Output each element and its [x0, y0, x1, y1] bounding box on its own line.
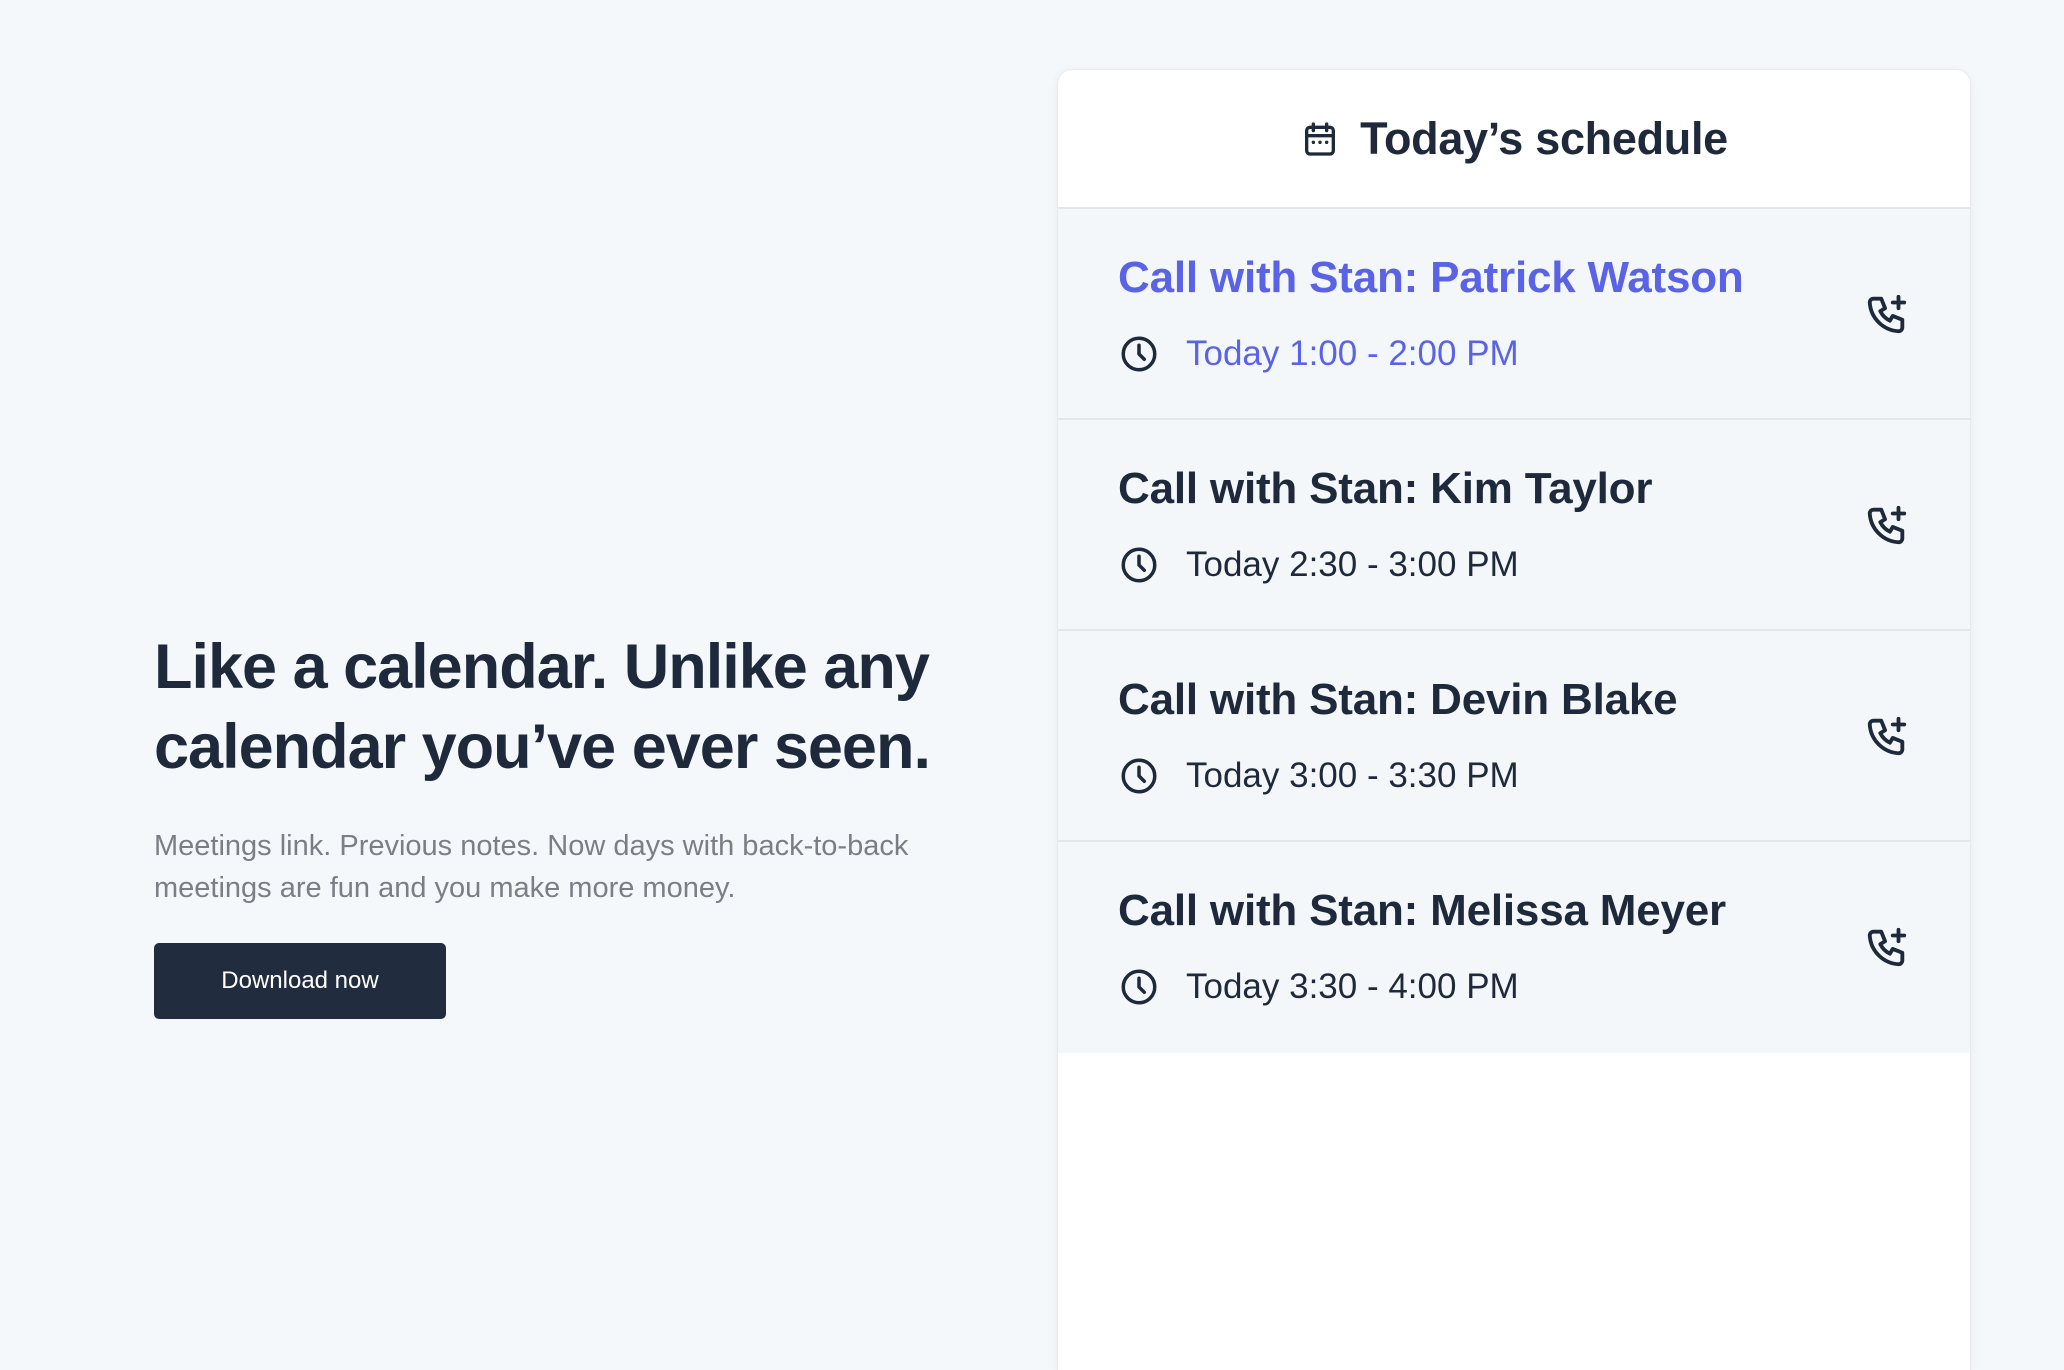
event-time: Today 1:00 - 2:00 PM — [1186, 334, 1519, 373]
event-time-row: Today 3:00 - 3:30 PM — [1118, 755, 1519, 797]
event-title: Call with Stan: Devin Blake — [1118, 675, 1678, 724]
hero-title-line-2: calendar you’ve ever seen. — [154, 712, 931, 782]
event-time-row: Today 3:30 - 4:00 PM — [1118, 966, 1519, 1008]
event-title: Call with Stan: Patrick Watson — [1118, 253, 1744, 302]
event-time: Today 3:00 - 3:30 PM — [1186, 756, 1519, 795]
event-time: Today 3:30 - 4:00 PM — [1186, 967, 1519, 1006]
hero-title: Like a calendar. Unlike any calendar you… — [154, 627, 1014, 787]
clock-icon — [1118, 966, 1160, 1008]
event-item[interactable]: Call with Stan: Kim Taylor Today 2:30 - … — [1058, 420, 1970, 631]
download-button[interactable]: Download now — [154, 943, 446, 1019]
event-time: Today 2:30 - 3:00 PM — [1186, 545, 1519, 584]
hero-section: Like a calendar. Unlike any calendar you… — [154, 627, 1014, 1019]
phone-plus-icon[interactable] — [1864, 924, 1910, 970]
schedule-card: Today’s schedule Call with Stan: Patrick… — [1058, 70, 1970, 1370]
hero-subtitle: Meetings link. Previous notes. Now days … — [154, 830, 909, 904]
event-time-row: Today 2:30 - 3:00 PM — [1118, 544, 1519, 586]
event-title: Call with Stan: Melissa Meyer — [1118, 886, 1726, 935]
calendar-icon — [1300, 119, 1340, 159]
event-time-row: Today 1:00 - 2:00 PM — [1118, 333, 1519, 375]
event-title: Call with Stan: Kim Taylor — [1118, 464, 1653, 513]
phone-plus-icon[interactable] — [1864, 502, 1910, 548]
schedule-title: Today’s schedule — [1360, 112, 1728, 164]
clock-icon — [1118, 755, 1160, 797]
event-item[interactable]: Call with Stan: Patrick Watson Today 1:0… — [1058, 209, 1970, 420]
event-list: Call with Stan: Patrick Watson Today 1:0… — [1058, 209, 1970, 1053]
hero-title-line-1: Like a calendar. Unlike any — [154, 632, 930, 702]
event-item[interactable]: Call with Stan: Devin Blake Today 3:00 -… — [1058, 631, 1970, 842]
schedule-header: Today’s schedule — [1058, 70, 1970, 209]
phone-plus-icon[interactable] — [1864, 713, 1910, 759]
event-item[interactable]: Call with Stan: Melissa Meyer Today 3:30… — [1058, 842, 1970, 1053]
phone-plus-icon[interactable] — [1864, 291, 1910, 337]
clock-icon — [1118, 544, 1160, 586]
clock-icon — [1118, 333, 1160, 375]
